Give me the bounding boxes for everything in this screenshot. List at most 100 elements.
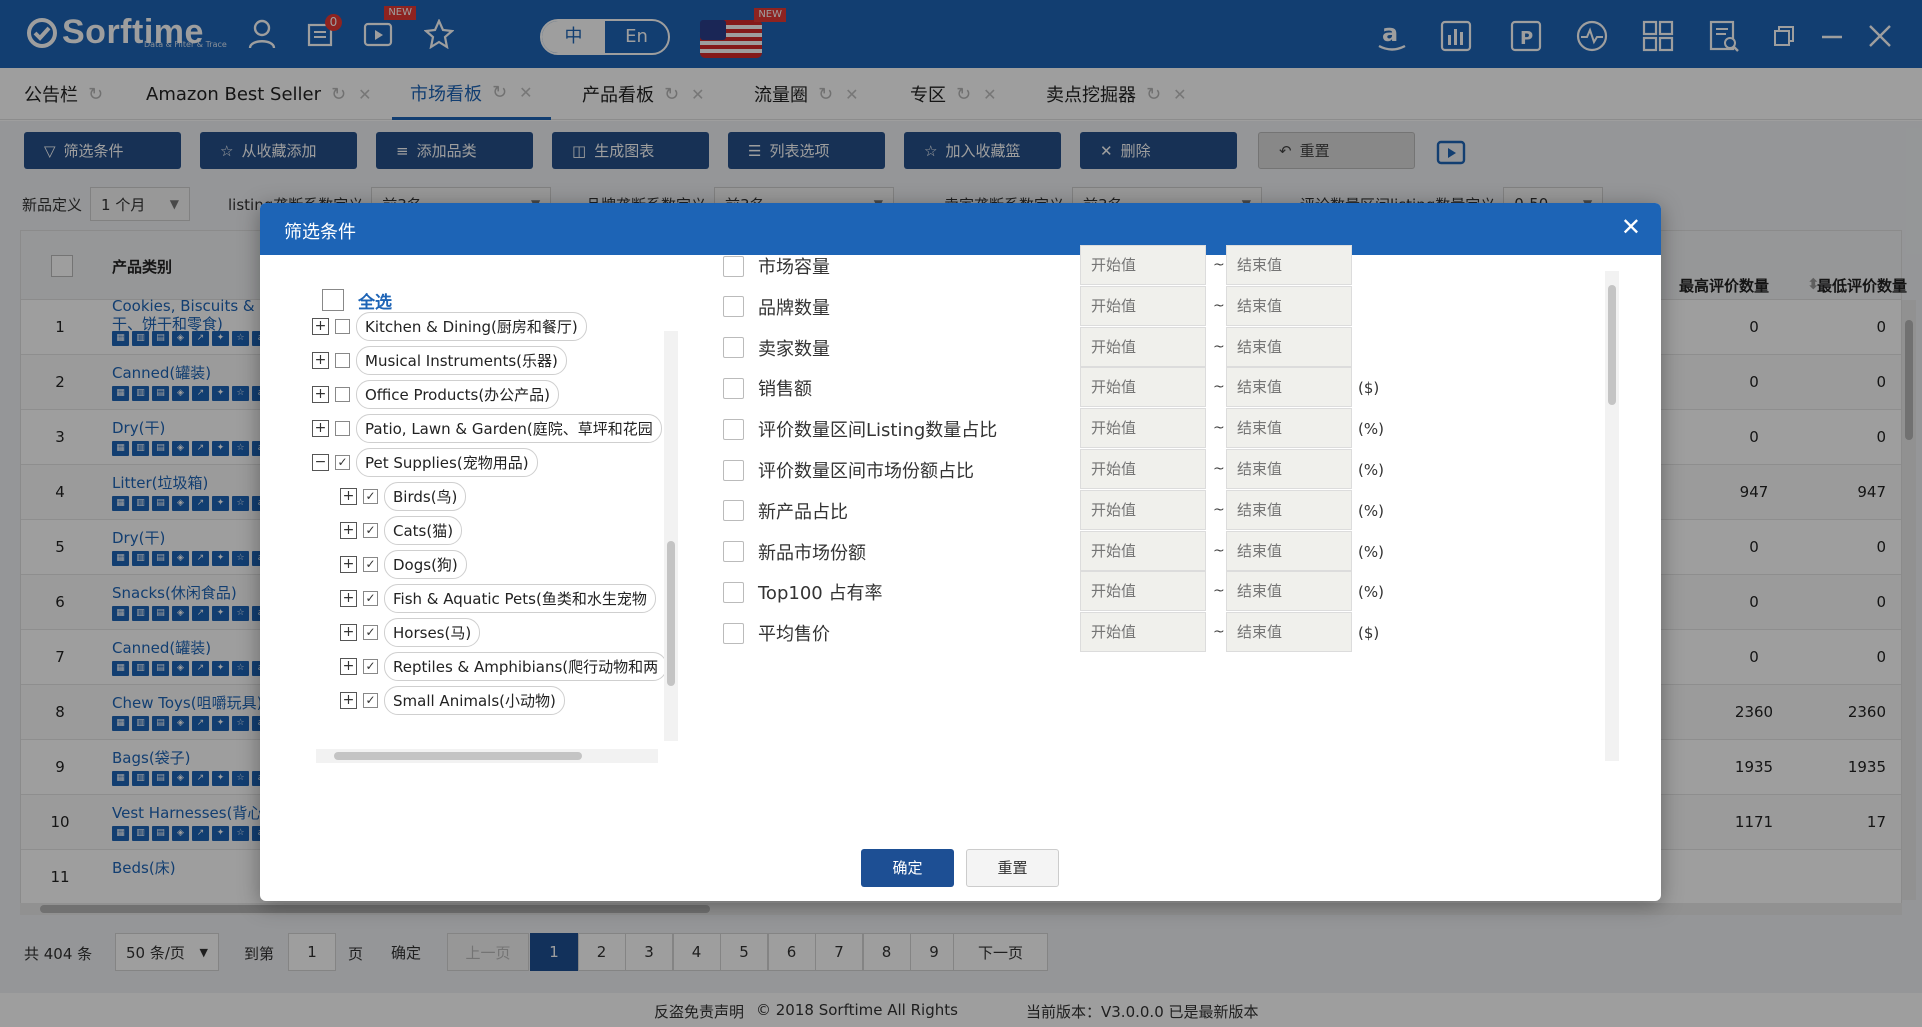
- tree-node-checkbox[interactable]: ✓: [363, 488, 378, 504]
- tree-node-label[interactable]: Cats(猫): [384, 515, 463, 545]
- tree-node-checkbox[interactable]: ✓: [363, 658, 378, 674]
- tree-node[interactable]: + Office Products(办公产品): [312, 377, 560, 411]
- tree-node[interactable]: + ✓ Reptiles & Amphibians(爬行动物和两: [340, 649, 668, 683]
- end-value-input[interactable]: [1226, 285, 1352, 326]
- dialog-reset-button[interactable]: 重置: [966, 849, 1059, 887]
- tree-node-label[interactable]: Reptiles & Amphibians(爬行动物和两: [384, 651, 668, 681]
- end-value-input[interactable]: [1226, 367, 1352, 408]
- expand-icon[interactable]: +: [340, 691, 357, 709]
- tree-node-label[interactable]: Dogs(狗): [384, 549, 467, 579]
- expand-icon[interactable]: +: [312, 385, 329, 403]
- tree-node[interactable]: + ✓ Cats(猫): [340, 513, 463, 547]
- expand-icon[interactable]: +: [312, 351, 329, 369]
- tree-node-label[interactable]: Patio, Lawn & Garden(庭院、草坪和花园: [356, 413, 662, 443]
- start-value-input[interactable]: [1080, 326, 1206, 367]
- filter-field-label: 市场容量: [758, 257, 830, 278]
- tree-node[interactable]: + ✓ Horses(马): [340, 615, 481, 649]
- filter-field-checkbox[interactable]: [723, 418, 744, 440]
- end-value-input[interactable]: [1226, 571, 1352, 612]
- tree-node-label[interactable]: Musical Instruments(乐器): [356, 345, 567, 375]
- filter-field-label: 卖家数量: [758, 338, 830, 360]
- filter-field-row: 新品市场份额: [723, 532, 866, 572]
- start-value-input[interactable]: [1080, 571, 1206, 612]
- tree-node-checkbox[interactable]: ✓: [335, 454, 350, 470]
- filter-field-label: 新品市场份额: [758, 542, 866, 564]
- expand-icon[interactable]: +: [312, 317, 329, 335]
- tree-node[interactable]: + ✓ Birds(鸟): [340, 479, 467, 513]
- expand-icon[interactable]: +: [340, 623, 357, 641]
- tree-node[interactable]: + Kitchen & Dining(厨房和餐厅): [312, 309, 587, 343]
- tree-vertical-scrollbar[interactable]: [664, 331, 678, 741]
- end-value-input[interactable]: [1226, 326, 1352, 367]
- tree-node-checkbox[interactable]: [335, 318, 350, 334]
- start-value-input[interactable]: [1080, 408, 1206, 449]
- tree-node[interactable]: + ✓ Fish & Aquatic Pets(鱼类和水生宠物: [340, 581, 656, 615]
- end-value-input[interactable]: [1226, 612, 1352, 653]
- tree-node[interactable]: + Musical Instruments(乐器): [312, 343, 567, 377]
- filter-field-checkbox[interactable]: [723, 541, 744, 563]
- tree-node[interactable]: + ✓ Dogs(狗): [340, 547, 467, 581]
- tree-node-checkbox[interactable]: [335, 420, 350, 436]
- end-value-input[interactable]: [1226, 449, 1352, 489]
- filter-field-row: 品牌数量: [723, 287, 830, 327]
- start-value-input[interactable]: [1080, 530, 1206, 571]
- unit-label: ($): [1358, 379, 1380, 398]
- range-tilde: ~: [1213, 624, 1225, 641]
- filter-field-checkbox[interactable]: [723, 337, 744, 359]
- tree-node-checkbox[interactable]: ✓: [363, 692, 378, 708]
- tree-node-label[interactable]: Small Animals(小动物): [384, 685, 565, 715]
- tree-node-label[interactable]: Horses(马): [384, 617, 481, 647]
- filter-field-label: 品牌数量: [758, 297, 830, 319]
- range-tilde: ~: [1213, 583, 1225, 600]
- select-all-checkbox[interactable]: [322, 289, 344, 311]
- tree-horizontal-scrollbar[interactable]: [316, 749, 658, 763]
- tree-node-label[interactable]: Pet Supplies(宠物用品): [356, 447, 538, 477]
- expand-icon[interactable]: +: [340, 589, 357, 607]
- collapse-icon[interactable]: −: [312, 453, 329, 471]
- tree-node[interactable]: + ✓ Small Animals(小动物): [340, 683, 565, 717]
- fields-vertical-scrollbar[interactable]: [1605, 271, 1619, 761]
- tree-node-checkbox[interactable]: [335, 386, 350, 402]
- filter-field-checkbox[interactable]: [723, 581, 744, 603]
- start-value-input[interactable]: [1080, 612, 1206, 653]
- end-value-input[interactable]: [1226, 408, 1352, 449]
- tree-node[interactable]: − ✓ Pet Supplies(宠物用品): [312, 445, 538, 479]
- close-dialog-icon[interactable]: ✕: [1621, 215, 1641, 239]
- filter-field-checkbox[interactable]: [723, 296, 744, 318]
- tree-node-label[interactable]: Fish & Aquatic Pets(鱼类和水生宠物: [384, 583, 656, 613]
- tree-node-checkbox[interactable]: ✓: [363, 590, 378, 606]
- confirm-button[interactable]: 确定: [861, 849, 954, 887]
- start-value-input[interactable]: [1080, 285, 1206, 326]
- filter-field-checkbox[interactable]: [723, 377, 744, 399]
- filter-field-checkbox[interactable]: [723, 459, 744, 481]
- unit-label: ($): [1358, 624, 1380, 643]
- expand-icon[interactable]: +: [312, 419, 329, 437]
- unit-label: (%): [1358, 583, 1384, 602]
- tree-node-checkbox[interactable]: ✓: [363, 556, 378, 572]
- end-value-input[interactable]: [1226, 530, 1352, 571]
- expand-icon[interactable]: +: [340, 657, 357, 675]
- tree-node[interactable]: + Patio, Lawn & Garden(庭院、草坪和花园: [312, 411, 662, 445]
- start-value-input[interactable]: [1080, 489, 1206, 530]
- tree-node-label[interactable]: Birds(鸟): [384, 481, 467, 511]
- tree-node-label[interactable]: Office Products(办公产品): [356, 379, 560, 409]
- expand-icon[interactable]: +: [340, 555, 357, 573]
- tree-node-checkbox[interactable]: [335, 352, 350, 368]
- filter-field-row: Top100 占有率: [723, 572, 882, 612]
- unit-label: (%): [1358, 501, 1384, 520]
- tree-node-label[interactable]: Kitchen & Dining(厨房和餐厅): [356, 311, 587, 341]
- range-tilde: ~: [1213, 379, 1225, 396]
- start-value-input[interactable]: [1080, 367, 1206, 408]
- start-value-input[interactable]: [1080, 245, 1206, 285]
- tree-node-checkbox[interactable]: ✓: [363, 624, 378, 640]
- range-tilde: ~: [1213, 542, 1225, 559]
- filter-field-checkbox[interactable]: [723, 255, 744, 277]
- filter-field-checkbox[interactable]: [723, 500, 744, 522]
- expand-icon[interactable]: +: [340, 487, 357, 505]
- expand-icon[interactable]: +: [340, 521, 357, 539]
- end-value-input[interactable]: [1226, 489, 1352, 530]
- end-value-input[interactable]: [1226, 245, 1352, 285]
- filter-field-checkbox[interactable]: [723, 622, 744, 644]
- tree-node-checkbox[interactable]: ✓: [363, 522, 378, 538]
- start-value-input[interactable]: [1080, 449, 1206, 489]
